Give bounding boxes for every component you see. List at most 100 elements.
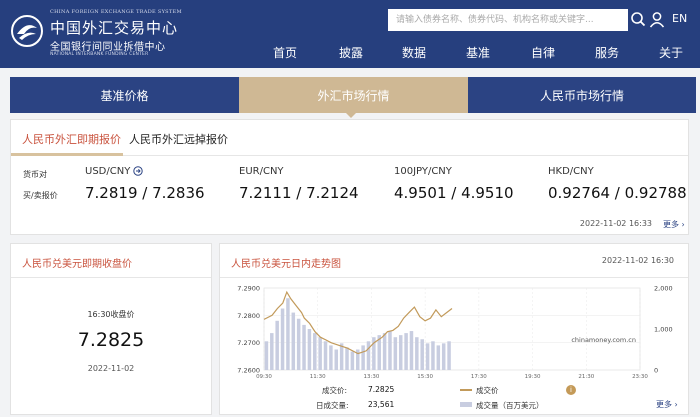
closing-price-date: 2022-11-02: [87, 364, 135, 373]
nav-item-disclosure[interactable]: 披露: [339, 44, 363, 61]
closing-panel-title: 人民币兑美元即期收盘价: [22, 259, 132, 270]
search-input[interactable]: [388, 9, 628, 31]
y-tick-label: 7.2900: [237, 285, 260, 293]
volume-bar: [425, 343, 430, 370]
active-tab-caret: [346, 113, 356, 118]
user-icon[interactable]: [649, 11, 665, 29]
volume-bar: [318, 337, 322, 370]
volume-bar: [334, 349, 339, 370]
x-tick-label: 11:30: [310, 374, 326, 380]
trade-price-value: 7.2825: [368, 385, 395, 394]
subtab-spot-quote[interactable]: 人民币外汇即期报价: [22, 131, 121, 147]
volume-bar: [313, 333, 317, 370]
pair-quote: 4.9501 / 4.9510: [394, 184, 514, 202]
x-tick-label: 19:30: [525, 374, 541, 380]
pair-row-label: 货币对: [23, 170, 47, 179]
legend-volume-label: 成交量（百万美元）: [476, 401, 544, 410]
legend-price-label: 成交价: [476, 386, 499, 395]
quote-row-label: 买/卖报价: [23, 191, 58, 200]
search-icon[interactable]: [630, 11, 646, 29]
legend-volume-swatch: [460, 402, 472, 407]
pair-name[interactable]: 100JPY/CNY: [394, 166, 452, 177]
volume-bar: [275, 320, 279, 370]
y-tick-label: 7.2800: [237, 312, 260, 320]
daily-volume-value: 23,561: [368, 400, 395, 409]
y2-tick-label: 0: [654, 367, 658, 375]
volume-bar: [420, 339, 424, 370]
pair-quote: 0.92764 / 0.92788: [548, 184, 687, 202]
trend-timestamp: 2022-11-02 16:30: [601, 256, 674, 265]
volume-bar: [361, 345, 365, 370]
pair-quote: 7.2111 / 7.2124: [239, 184, 359, 202]
volume-bar: [398, 335, 403, 370]
closing-price-label: 16:30收盘价: [87, 310, 135, 319]
y-tick-label: 7.2700: [237, 339, 260, 347]
logo-mark-icon: [11, 15, 43, 47]
closing-price-value: 7.2825: [77, 329, 145, 351]
volume-bar: [409, 331, 414, 370]
language-switch[interactable]: EN: [672, 12, 687, 25]
chart-watermark: chinamoney.com.cn: [571, 336, 636, 344]
nav-item-about[interactable]: 关于: [659, 44, 683, 61]
volume-bar: [302, 324, 306, 370]
volume-bar: [280, 308, 285, 370]
pair-quote: 7.2819 / 7.2836: [85, 184, 205, 202]
logo-english-name: CHINA FOREIGN EXCHANGE TRADE SYSTEM: [50, 9, 182, 15]
subtab-forward-swap-quote[interactable]: 人民币外汇远掉报价: [129, 131, 228, 147]
nav-item-data[interactable]: 数据: [402, 44, 426, 61]
active-subtab-underline: [11, 153, 123, 156]
logo-chinese-name: 中国外汇交易中心: [50, 19, 179, 37]
x-tick-label: 17:30: [471, 374, 487, 380]
spot-timestamp: 2022-11-02 16:33: [579, 219, 652, 228]
volume-bar: [329, 345, 333, 370]
volume-bar: [345, 347, 349, 370]
trade-price-label: 成交价:: [322, 386, 348, 395]
nav-item-home[interactable]: 首页: [273, 44, 297, 61]
volume-bar: [415, 337, 419, 370]
trend-panel-title: 人民币兑美元日内走势图: [231, 259, 341, 270]
main-nav: 首页 披露 数据 基准 自律 服务 关于: [0, 44, 700, 64]
panel-divider: [11, 277, 211, 278]
x-tick-label: 21:30: [578, 374, 594, 380]
tab-rmb-market[interactable]: 人民币市场行情: [468, 77, 696, 113]
y2-tick-label: 2,000: [654, 285, 673, 293]
volume-bar: [382, 333, 387, 370]
intraday-trend-panel: 人民币兑美元日内走势图 2022-11-02 16:30 7.2900 7.280…: [219, 243, 689, 415]
x-tick-label: 09:30: [256, 374, 272, 380]
tab-fx-market[interactable]: 外汇市场行情: [239, 77, 468, 113]
volume-bar: [350, 351, 355, 370]
volume-bar: [393, 337, 398, 370]
x-tick-label: 13:30: [363, 374, 379, 380]
nav-item-services[interactable]: 服务: [595, 44, 619, 61]
volume-bar: [323, 341, 328, 370]
volume-bar: [447, 341, 451, 370]
volume-bar: [270, 333, 274, 370]
volume-bar: [291, 312, 296, 370]
volume-bar: [339, 343, 344, 370]
y2-tick-label: 1,000: [654, 326, 673, 334]
pair-name[interactable]: HKD/CNY: [548, 166, 594, 177]
volume-bar: [366, 341, 371, 370]
legend-price-swatch: [460, 389, 472, 391]
volume-bar: [264, 341, 269, 370]
arrow-circle-icon[interactable]: [133, 166, 143, 176]
nav-item-self-regulation[interactable]: 自律: [531, 44, 555, 61]
trend-more-link[interactable]: 更多 ›: [656, 399, 678, 410]
closing-price-panel: 人民币兑美元即期收盘价 16:30收盘价 7.2825 2022-11-02: [10, 243, 212, 415]
panel-divider: [220, 277, 688, 278]
spot-more-link[interactable]: 更多 ›: [663, 219, 685, 230]
volume-bar: [404, 333, 408, 370]
intraday-trend-chart[interactable]: 7.29007.28007.27007.26002,0001,000009:30…: [220, 280, 688, 381]
pair-name[interactable]: USD/CNY: [85, 166, 130, 177]
volume-bar: [441, 343, 446, 370]
tab-benchmark-price[interactable]: 基准价格: [10, 77, 239, 113]
site-header: CHINA FOREIGN EXCHANGE TRADE SYSTEM 中国外汇…: [0, 0, 700, 68]
volume-bar: [286, 298, 290, 370]
x-tick-label: 15:30: [417, 374, 433, 380]
info-icon[interactable]: i: [566, 385, 576, 395]
market-tabs: 基准价格 外汇市场行情 人民币市场行情: [10, 77, 696, 113]
volume-bar: [307, 329, 312, 370]
pair-name[interactable]: EUR/CNY: [239, 166, 284, 177]
volume-bar: [296, 318, 301, 370]
nav-item-benchmark[interactable]: 基准: [466, 44, 490, 61]
